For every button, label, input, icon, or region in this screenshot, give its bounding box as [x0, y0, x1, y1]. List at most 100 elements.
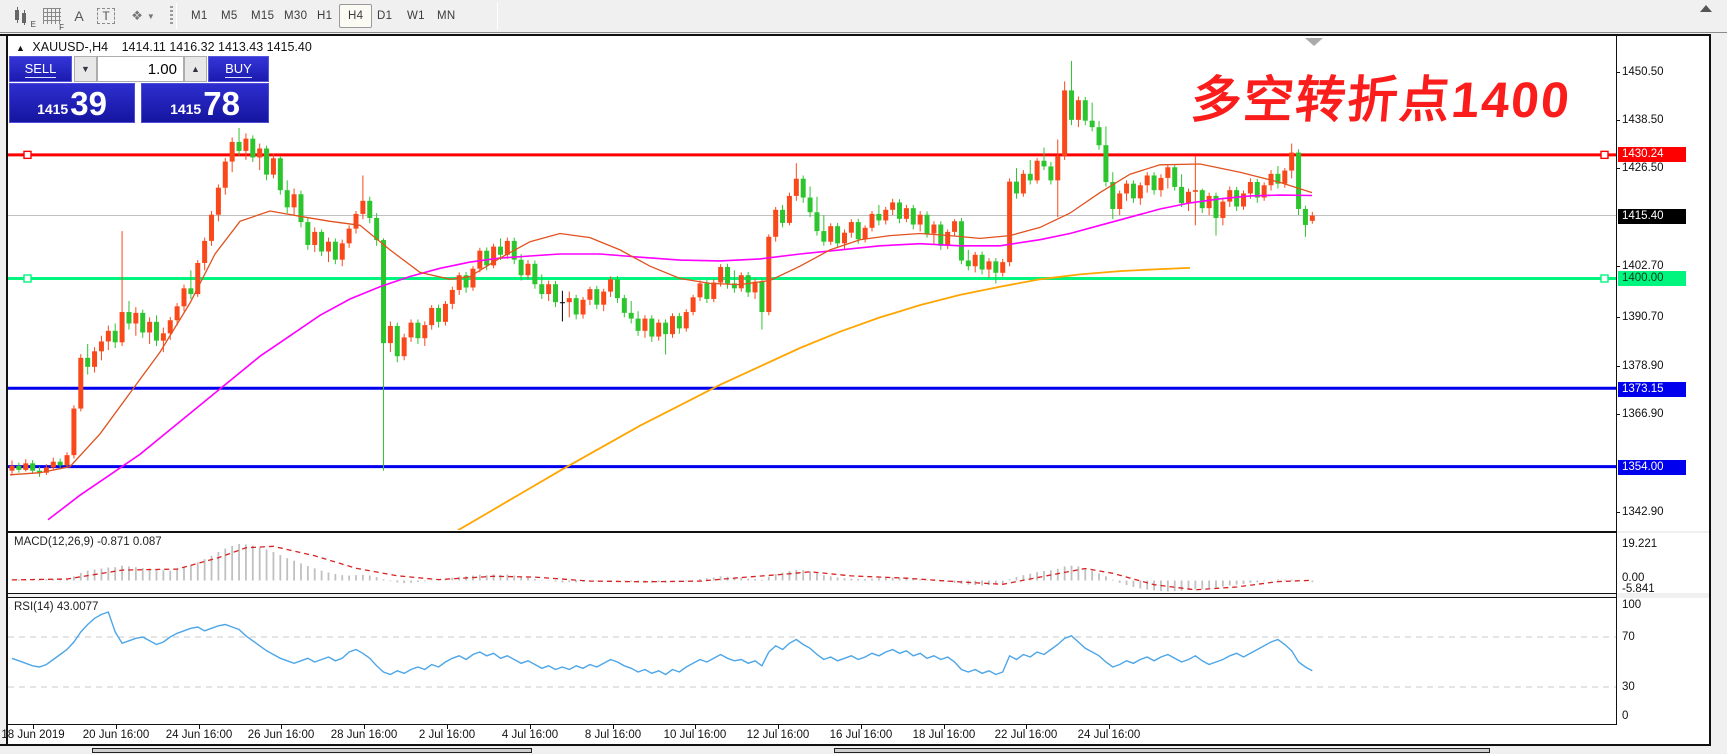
date-tick-label: 18 Jun 2019 [1, 729, 64, 741]
macd-rsi-divider[interactable] [8, 597, 1616, 598]
window-border-right [1709, 34, 1711, 746]
price-tick-mark [1616, 72, 1620, 73]
indicator-axis-label: 70 [1622, 631, 1702, 643]
date-tick-label: 4 Jul 16:00 [502, 729, 558, 741]
chart-header: ▲ XAUUSD-,H4 1414.11 1416.32 1413.43 141… [16, 40, 312, 54]
price-tick-mark [1616, 366, 1620, 367]
date-tick-mark [944, 724, 945, 729]
price-tick-mark [1616, 512, 1620, 513]
date-tick-label: 18 Jul 16:00 [913, 729, 976, 741]
rsi-line[interactable] [12, 612, 1312, 675]
chevron-up-icon: ▲ [191, 64, 200, 74]
date-tick-label: 16 Jul 16:00 [830, 729, 893, 741]
price-tick-label: 1342.90 [1622, 506, 1702, 518]
buy-price-box[interactable]: 1415 78 [141, 83, 269, 123]
slow-ma-line[interactable] [455, 268, 1190, 532]
sell-price-value: 39 [70, 89, 107, 119]
price-axis-border [1616, 35, 1617, 725]
date-tick-mark [281, 724, 282, 729]
indicator-axis-label: 100 [1622, 599, 1702, 611]
price-tick-label: 1378.90 [1622, 360, 1702, 372]
one-click-trading-widget: SELL ▼ ▲ BUY 1415 39 1415 78 [9, 56, 269, 123]
date-tick-mark [695, 724, 696, 729]
macd-indicator-title: MACD(12,26,9) -0.871 0.087 [14, 536, 162, 548]
bottom-tab-1[interactable] [92, 748, 532, 753]
chart-symbol-label: XAUUSD-,H4 [32, 40, 108, 54]
chart-annotation-text[interactable]: 多空转折点1400 [1189, 60, 1675, 132]
indicator-axis-label: 0 [1622, 710, 1702, 722]
date-tick-mark [364, 724, 365, 729]
line-handle[interactable] [24, 275, 31, 282]
indicator-axis-label: 19.221 [1622, 538, 1702, 550]
corner-filler [0, 746, 8, 754]
volume-input[interactable] [97, 56, 184, 82]
rsi-indicator-title: RSI(14) 43.0077 [14, 601, 98, 613]
price-tick-mark [1616, 120, 1620, 121]
window-border-left [6, 34, 8, 746]
price-tick-label: 1438.50 [1622, 114, 1702, 126]
price-tick-mark [1616, 317, 1620, 318]
sell-button-label: SELL [25, 61, 57, 78]
price-tick-label: 1366.90 [1622, 408, 1702, 420]
price-tick-label: 1426.50 [1622, 162, 1702, 174]
line-handle[interactable] [1601, 151, 1608, 158]
price-tick-mark [1616, 266, 1620, 267]
date-tick-mark [861, 724, 862, 729]
mt4-terminal: { "toolbar": { "icons": [ {"name": "char… [0, 0, 1727, 754]
date-tick-label: 10 Jul 16:00 [664, 729, 727, 741]
support1-line-price-badge: 1373.15 [1618, 382, 1686, 397]
sell-price-box[interactable]: 1415 39 [9, 83, 135, 123]
price-tick-mark [1616, 414, 1620, 415]
price-tick-label: 1450.50 [1622, 66, 1702, 78]
indicator-axis-label: -5.841 [1622, 583, 1702, 595]
line-handle[interactable] [1601, 275, 1608, 282]
buy-price-prefix: 1415 [170, 99, 201, 119]
date-tick-label: 26 Jun 16:00 [248, 729, 315, 741]
price-macd-divider[interactable] [8, 531, 1616, 533]
sell-price-prefix: 1415 [37, 99, 68, 119]
date-tick-mark [1026, 724, 1027, 729]
symbol-arrow-icon: ▲ [16, 43, 25, 53]
sell-button[interactable]: SELL [9, 56, 72, 82]
date-tick-mark [447, 724, 448, 729]
line-handle[interactable] [24, 151, 31, 158]
date-tick-mark [33, 724, 34, 729]
date-tick-mark [778, 724, 779, 729]
indicator-axis-label: 30 [1622, 681, 1702, 693]
resistance-line-price-badge: 1430.24 [1618, 147, 1686, 162]
rsi-bottom-border [8, 724, 1616, 725]
buy-button[interactable]: BUY [208, 56, 269, 82]
chevron-down-icon: ▼ [81, 64, 90, 74]
date-tick-label: 12 Jul 16:00 [747, 729, 810, 741]
date-tick-label: 24 Jul 16:00 [1078, 729, 1141, 741]
buy-price-value: 78 [203, 89, 240, 119]
date-tick-label: 28 Jun 16:00 [331, 729, 398, 741]
current-bid-price-badge: 1415.40 [1618, 209, 1686, 224]
mid-ma-line[interactable] [48, 195, 1312, 520]
date-tick-label: 22 Jul 16:00 [995, 729, 1058, 741]
price-tick-label: 1390.70 [1622, 311, 1702, 323]
macd-bottom-border [8, 593, 1616, 594]
date-tick-label: 8 Jul 16:00 [585, 729, 641, 741]
pivot-line-price-badge: 1400.00 [1618, 271, 1686, 286]
window-border-top [0, 34, 1711, 36]
macd-signal-line[interactable] [12, 546, 1312, 590]
volume-increase-button[interactable]: ▲ [184, 56, 207, 82]
buy-button-label: BUY [225, 61, 252, 78]
support2-line-price-badge: 1354.00 [1618, 460, 1686, 475]
date-tick-label: 24 Jun 16:00 [166, 729, 233, 741]
date-tick-label: 20 Jun 16:00 [83, 729, 150, 741]
date-tick-label: 2 Jul 16:00 [419, 729, 475, 741]
bottom-tab-2[interactable] [834, 748, 1490, 753]
chart-ohlc-values: 1414.11 1416.32 1413.43 1415.40 [122, 40, 312, 54]
chart-shift-marker-icon[interactable] [1305, 38, 1323, 46]
date-tick-mark [1109, 724, 1110, 729]
date-tick-mark [613, 724, 614, 729]
macd-plot[interactable] [12, 544, 1312, 591]
price-tick-mark [1616, 168, 1620, 169]
volume-decrease-button[interactable]: ▼ [74, 56, 97, 82]
rsi-plot [8, 612, 1616, 687]
fast-ma-line[interactable] [10, 164, 1312, 475]
date-tick-mark [530, 724, 531, 729]
date-tick-mark [199, 724, 200, 729]
